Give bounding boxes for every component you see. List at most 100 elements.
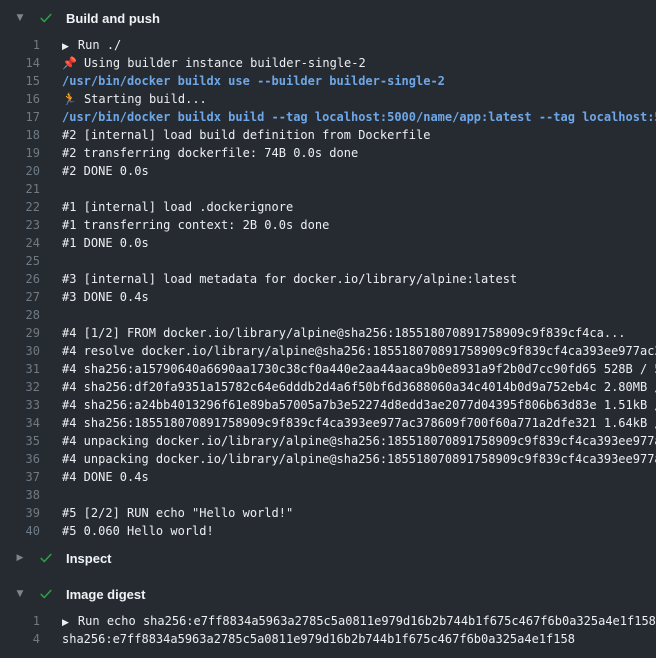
section-label: Image digest	[66, 587, 145, 602]
log-line: 20#2 DONE 0.0s	[0, 162, 656, 180]
log-line-text: #1 [internal] load .dockerignore	[62, 198, 293, 216]
run-group-line: ▶ Run ./	[62, 36, 121, 54]
line-number[interactable]: 28	[0, 306, 40, 324]
line-number[interactable]: 22	[0, 198, 40, 216]
line-number[interactable]: 29	[0, 324, 40, 342]
line-number[interactable]: 36	[0, 450, 40, 468]
play-triangle-icon[interactable]: ▶	[62, 38, 69, 55]
log-text: #4 DONE 0.4s	[62, 470, 149, 484]
chevron-down-icon[interactable]: ▼	[15, 589, 25, 599]
section-label: Build and push	[66, 11, 160, 26]
log-line: 33 #4 sha256:a24bb4013296f61e89ba57005a7b…	[0, 396, 656, 414]
log-line: 30 #4 resolve docker.io/library/alpine@sh…	[0, 342, 656, 360]
log-line-text: 🏃Starting build...	[62, 90, 207, 108]
line-number[interactable]: 23	[0, 216, 40, 234]
log-line: 4 sha256:e7ff8834a5963a2785c5a0811e979d16…	[0, 630, 656, 648]
line-number[interactable]: 21	[0, 180, 40, 198]
section-header-image-digest[interactable]: ▼ Image digest	[0, 576, 656, 612]
section-header-build-and-push[interactable]: ▼ Build and push	[0, 0, 656, 36]
log-line: 21	[0, 180, 656, 198]
line-number[interactable]: 40	[0, 522, 40, 540]
log-text: #1 transferring context: 2B 0.0s done	[62, 218, 329, 232]
log-text: #2 transferring dockerfile: 74B 0.0s don…	[62, 146, 358, 160]
line-number[interactable]: 16	[0, 90, 40, 108]
log-line: 15/usr/bin/docker buildx use --builder b…	[0, 72, 656, 90]
log-line: 36 #4 unpacking docker.io/library/alpine@…	[0, 450, 656, 468]
log-line: 14 📌 Using builder instance builder-single…	[0, 54, 656, 72]
line-number[interactable]: 1	[0, 612, 40, 630]
log-line-text: #1 transferring context: 2B 0.0s done	[62, 216, 329, 234]
log-line[interactable]: 1 ▶ Run ./	[0, 36, 656, 54]
log-line: 23 #1 transferring context: 2B 0.0s done	[0, 216, 656, 234]
log-text: #4 sha256:a24bb4013296f61e89ba57005a7b3e…	[62, 398, 656, 412]
log-line-text: #4 resolve docker.io/library/alpine@sha2…	[62, 342, 656, 360]
log-line-text: #3 DONE 0.4s	[62, 288, 149, 306]
chevron-right-icon[interactable]: ▶	[15, 553, 25, 563]
log-text: Run ./	[78, 38, 121, 52]
log-text: #4 [1/2] FROM docker.io/library/alpine@s…	[62, 326, 626, 340]
line-number[interactable]: 38	[0, 486, 40, 504]
pushpin-emoji: 📌	[62, 56, 77, 70]
section-header-inspect[interactable]: ▶Inspect	[0, 540, 656, 576]
log-text: Starting build...	[84, 92, 207, 106]
line-number[interactable]: 39	[0, 504, 40, 522]
log-line-text: #4 unpacking docker.io/library/alpine@sh…	[62, 432, 656, 450]
line-number[interactable]: 26	[0, 270, 40, 288]
log-line-text: 📌 Using builder instance builder-single-2	[62, 54, 366, 72]
check-icon	[38, 587, 53, 602]
line-number[interactable]: 4	[0, 630, 40, 648]
line-number[interactable]: 20	[0, 162, 40, 180]
log-line-text: #1 DONE 0.0s	[62, 234, 149, 252]
line-number[interactable]: 24	[0, 234, 40, 252]
log-text: Using builder instance builder-single-2	[84, 56, 366, 70]
log-text: #5 0.060 Hello world!	[62, 524, 214, 538]
log-text: #3 DONE 0.4s	[62, 290, 149, 304]
log-line: 32 #4 sha256:df20fa9351a15782c64e6dddb2d4…	[0, 378, 656, 396]
log-text: sha256:e7ff8834a5963a2785c5a0811e979d16b…	[62, 632, 575, 646]
line-number[interactable]: 19	[0, 144, 40, 162]
chevron-down-icon[interactable]: ▼	[15, 13, 25, 23]
log-line: 19 #2 transferring dockerfile: 74B 0.0s d…	[0, 144, 656, 162]
log-line-text: sha256:e7ff8834a5963a2785c5a0811e979d16b…	[62, 630, 575, 648]
log-line-text: #5 [2/2] RUN echo "Hello world!"	[62, 504, 293, 522]
log-line-text: /usr/bin/docker buildx use --builder bui…	[62, 72, 445, 90]
log-text: #4 sha256:a15790640a6690aa1730c38cf0a440…	[62, 362, 656, 376]
log-text: #4 resolve docker.io/library/alpine@sha2…	[62, 344, 656, 358]
log-text: #1 DONE 0.0s	[62, 236, 149, 250]
section-lines-image-digest: 1▶Run echo sha256:e7ff8834a5963a2785c5a0…	[0, 612, 656, 648]
log-line: 16 🏃Starting build...	[0, 90, 656, 108]
log-line-text: #4 sha256:df20fa9351a15782c64e6dddb2d4a6…	[62, 378, 656, 396]
line-number[interactable]: 14	[0, 54, 40, 72]
log-text: #4 sha256:185518070891758909c9f839cf4ca3…	[62, 416, 656, 430]
log-line: 38	[0, 486, 656, 504]
log-line: 28	[0, 306, 656, 324]
line-number[interactable]: 34	[0, 414, 40, 432]
log-text: #4 sha256:df20fa9351a15782c64e6dddb2d4a6…	[62, 380, 656, 394]
line-number[interactable]: 1	[0, 36, 40, 54]
log-line: 39 #5 [2/2] RUN echo "Hello world!"	[0, 504, 656, 522]
line-number[interactable]: 31	[0, 360, 40, 378]
line-number[interactable]: 35	[0, 432, 40, 450]
log-line-text: #4 sha256:a24bb4013296f61e89ba57005a7b3e…	[62, 396, 656, 414]
log-text: #4 unpacking docker.io/library/alpine@sh…	[62, 452, 656, 466]
log-line: 26#3 [internal] load metadata for docker…	[0, 270, 656, 288]
play-triangle-icon[interactable]: ▶	[62, 614, 69, 631]
line-number[interactable]: 17	[0, 108, 40, 126]
log-line[interactable]: 1▶Run echo sha256:e7ff8834a5963a2785c5a0…	[0, 612, 656, 630]
line-number[interactable]: 27	[0, 288, 40, 306]
line-number[interactable]: 25	[0, 252, 40, 270]
log-line: 40 #5 0.060 Hello world!	[0, 522, 656, 540]
log-line-text: /usr/bin/docker buildx build --tag local…	[62, 108, 656, 126]
line-number[interactable]: 33	[0, 396, 40, 414]
log-line: 18#2 [internal] load build definition fr…	[0, 126, 656, 144]
log-line-text: #4 DONE 0.4s	[62, 468, 149, 486]
line-number[interactable]: 15	[0, 72, 40, 90]
line-number[interactable]: 37	[0, 468, 40, 486]
line-number[interactable]: 30	[0, 342, 40, 360]
line-number[interactable]: 32	[0, 378, 40, 396]
log-line: 34 #4 sha256:185518070891758909c9f839cf4c…	[0, 414, 656, 432]
check-icon	[38, 11, 53, 26]
log-line-text: #4 sha256:185518070891758909c9f839cf4ca3…	[62, 414, 656, 432]
line-number[interactable]: 18	[0, 126, 40, 144]
log-line: 27 #3 DONE 0.4s	[0, 288, 656, 306]
